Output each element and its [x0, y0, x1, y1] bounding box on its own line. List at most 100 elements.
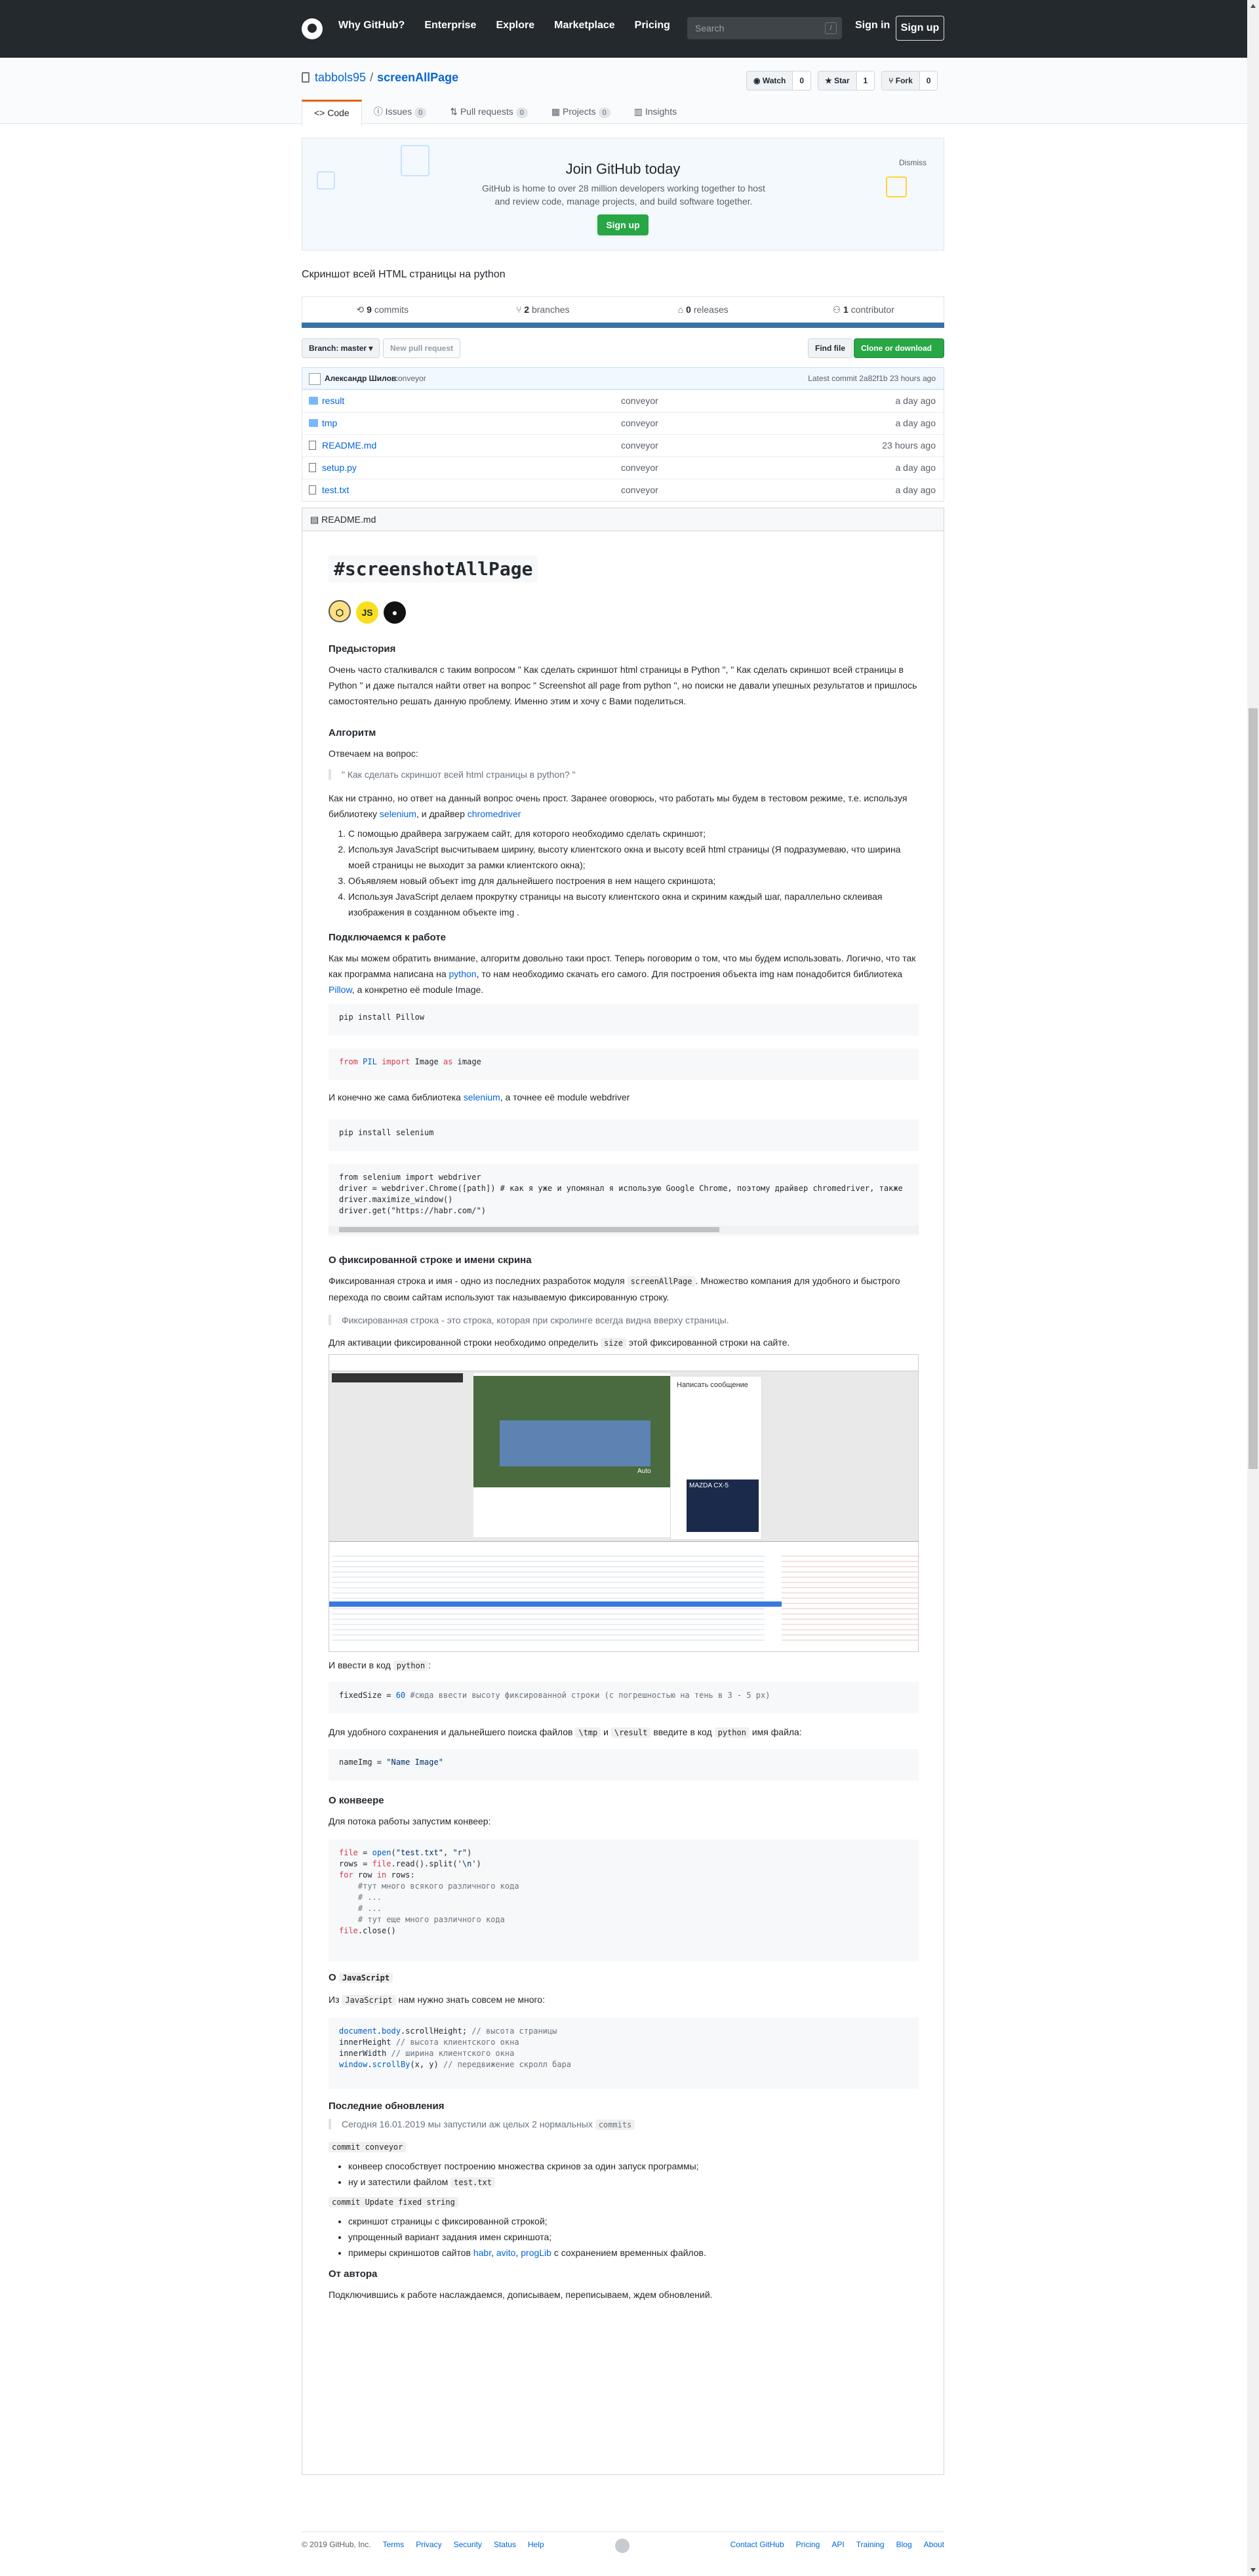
python-badge-icon[interactable]: ⬡ [329, 600, 351, 622]
file-commit-message[interactable]: conveyor [621, 479, 658, 501]
proglib-link[interactable]: progLib [521, 2247, 551, 2258]
chromedriver-link[interactable]: chromedriver [468, 809, 521, 819]
star-button[interactable]: ★ Star 1 [818, 71, 875, 91]
branches-link[interactable]: ⑂ 2 branches [463, 297, 624, 322]
banner-sign-up-button[interactable]: Sign up [597, 214, 649, 235]
javascript-badge-icon[interactable]: JS [356, 601, 378, 624]
file-row[interactable]: README.md conveyor 23 hours ago [302, 434, 944, 456]
language-bar[interactable] [302, 323, 944, 328]
badge-row: ⬡ JS ● [329, 600, 411, 624]
file-row[interactable]: tmp conveyor a day ago [302, 412, 944, 434]
footer-link-privacy[interactable]: Privacy [416, 2540, 441, 2549]
releases-link[interactable]: ⌂ 0 releases [623, 297, 784, 322]
sign-in-link[interactable]: Sign in [855, 20, 890, 31]
file-name[interactable]: result [322, 390, 344, 412]
pillow-link[interactable]: Pillow [329, 984, 352, 995]
tab-pull-requests[interactable]: ⇅ Pull requests 0 [438, 100, 540, 123]
latest-commit-bar: Александр Шилов conveyor Latest commit 2… [302, 367, 944, 390]
github-badge-icon[interactable]: ● [384, 601, 406, 624]
tab-issues[interactable]: ⓘ Issues 0 [362, 100, 438, 123]
file-name[interactable]: README.md [322, 435, 376, 456]
file-commit-message[interactable]: conveyor [621, 390, 658, 412]
footer-link-contact[interactable]: Contact GitHub [730, 2540, 784, 2549]
repo-owner-link[interactable]: tabbols95 [315, 71, 366, 84]
tab-projects[interactable]: ▦ Projects 0 [540, 100, 622, 123]
commits-link[interactable]: ⟲ 9 commits [302, 297, 463, 322]
file-commit-message[interactable]: conveyor [621, 435, 658, 456]
scrollbar-thumb[interactable] [1249, 708, 1258, 1469]
paragraph: Для потока работы запустим конвеер: [329, 1816, 491, 1826]
footer-link-blog[interactable]: Blog [896, 2540, 912, 2549]
tab-insights[interactable]: ▥ Insights [622, 100, 689, 123]
scroll-up-arrow-icon[interactable] [1250, 4, 1256, 8]
footer-link-security[interactable]: Security [454, 2540, 482, 2549]
paragraph: Как ни странно, но ответ на данный вопро… [329, 793, 908, 819]
watch-button[interactable]: ◉ Watch 0 [746, 71, 812, 91]
paragraph: Как мы можем обратить внимание, алгоритм… [329, 953, 916, 995]
code-horizontal-scrollbar[interactable] [329, 1226, 919, 1234]
readme-filename: README.md [321, 514, 376, 525]
contributors-link[interactable]: ⚇ 1 contributor [784, 297, 944, 322]
sign-up-button[interactable]: Sign up [896, 16, 944, 41]
file-commit-message[interactable]: conveyor [621, 457, 658, 479]
heading-algorithm: Алгоритм [329, 727, 376, 738]
footer-link-api[interactable]: API [831, 2540, 844, 2549]
file-row[interactable]: test.txt conveyor a day ago [302, 479, 944, 501]
code-block: from PIL import Image as image [329, 1049, 919, 1080]
find-file-button[interactable]: Find file [808, 338, 852, 358]
blockquote: Сегодня 16.01.2019 мы запустили аж целых… [329, 2119, 635, 2130]
footer-link-training[interactable]: Training [856, 2540, 885, 2549]
nav-marketplace[interactable]: Marketplace [554, 20, 615, 31]
watch-count[interactable]: 0 [792, 71, 811, 90]
selenium-link[interactable]: selenium [380, 809, 416, 819]
heading-updates: Последние обновления [329, 2101, 445, 2112]
avito-link[interactable]: avito [496, 2247, 516, 2258]
commit-message[interactable]: conveyor [394, 374, 426, 383]
file-row[interactable]: setup.py conveyor a day ago [302, 456, 944, 479]
latest-commit-info[interactable]: Latest commit 2a82f1b 23 hours ago [808, 374, 936, 383]
file-icon [309, 441, 316, 450]
nav-pricing[interactable]: Pricing [635, 20, 670, 31]
nav-explore[interactable]: Explore [496, 20, 534, 31]
page-scrollbar[interactable] [1247, 0, 1259, 2576]
branch-select-button[interactable]: Branch: master ▾ [302, 338, 380, 358]
list-item: скриншот страницы с фиксированной строко… [348, 2213, 919, 2229]
python-link[interactable]: python [449, 969, 477, 979]
footer-link-pricing[interactable]: Pricing [796, 2540, 820, 2549]
file-commit-message[interactable]: conveyor [621, 413, 658, 434]
fork-count[interactable]: 0 [919, 71, 938, 90]
selenium-link[interactable]: selenium [464, 1092, 500, 1102]
banner-text: GitHub is home to over 28 million develo… [482, 183, 765, 207]
signup-banner: Join GitHub today GitHub is home to over… [302, 138, 944, 251]
nav-why-github[interactable]: Why GitHub? [338, 20, 405, 31]
github-mark-icon[interactable] [615, 2539, 630, 2553]
file-row[interactable]: result conveyor a day ago [302, 390, 944, 412]
footer-link-help[interactable]: Help [528, 2540, 544, 2549]
list-item: Используя JavaScript высчитываем ширину,… [348, 841, 919, 873]
heading-conveyor: О конвеере [329, 1795, 384, 1806]
repo-summary: ⟲ 9 commits ⑂ 2 branches ⌂ 0 releases ⚇ … [302, 296, 944, 323]
new-pull-request-button[interactable]: New pull request [383, 338, 461, 358]
scrollbar-thumb[interactable] [339, 1227, 719, 1232]
file-name[interactable]: setup.py [322, 457, 357, 479]
search-input[interactable]: Search / [687, 17, 842, 39]
github-logo-icon[interactable] [302, 18, 323, 39]
avatar[interactable] [309, 373, 321, 385]
site-header: Why GitHub? Enterprise Explore Marketpla… [0, 0, 1247, 58]
footer-link-about[interactable]: About [924, 2540, 944, 2549]
clone-download-button[interactable]: Clone or download ▾ [854, 338, 944, 371]
footer-link-terms[interactable]: Terms [383, 2540, 405, 2549]
file-name[interactable]: tmp [322, 413, 337, 434]
commit-author[interactable]: Александр Шилов [325, 374, 396, 383]
repo-name-link[interactable]: screenAllPage [377, 71, 458, 84]
star-count[interactable]: 1 [856, 71, 875, 90]
dismiss-button[interactable]: Dismiss [899, 158, 927, 167]
footer-link-status[interactable]: Status [494, 2540, 516, 2549]
habr-link[interactable]: habr [473, 2247, 491, 2258]
repo-actions: ◉ Watch 0 ★ Star 1 ⑂ Fork 0 [746, 71, 938, 91]
scroll-down-arrow-icon[interactable] [1250, 2568, 1256, 2572]
file-name[interactable]: test.txt [322, 479, 349, 501]
tab-code[interactable]: <> Code [302, 100, 362, 126]
fork-button[interactable]: ⑂ Fork 0 [881, 71, 938, 91]
nav-enterprise[interactable]: Enterprise [424, 20, 476, 31]
